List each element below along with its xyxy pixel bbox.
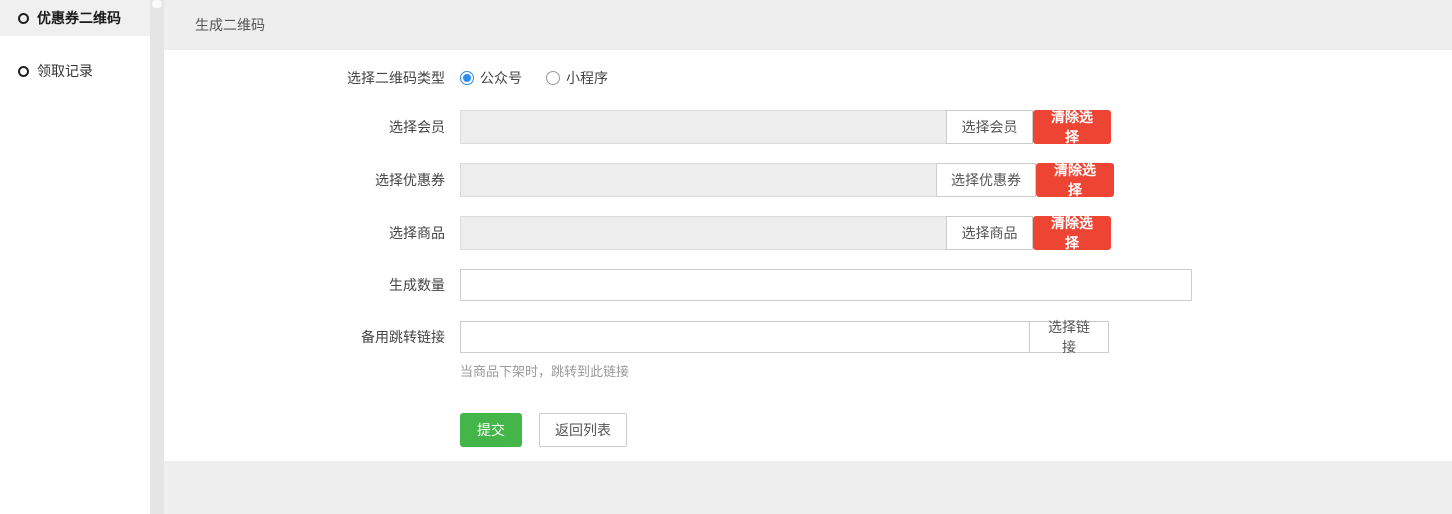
product-label: 选择商品 [164,223,460,243]
radio-selected-icon[interactable] [460,71,474,85]
member-label: 选择会员 [164,117,460,137]
fallback-link-label: 备用跳转链接 [164,327,460,347]
coupon-label: 选择优惠券 [164,170,460,190]
member-control-group: 选择会员 清除选择 [460,110,1111,144]
radio-label: 小程序 [566,68,608,88]
fallback-link-control-group: 选择链接 [460,321,1109,353]
qr-type-radio-group: 公众号 小程序 [460,68,632,88]
sidebar-scrollbar[interactable] [150,0,164,514]
page-title: 生成二维码 [195,17,265,33]
circle-bullet-icon [18,66,29,77]
quantity-input[interactable] [460,269,1192,301]
sidebar-item-claim-records[interactable]: 领取记录 [0,53,150,89]
app-window: 优惠券二维码 领取记录 生成二维码 选择二维码类型 公众号 [0,0,1452,514]
back-to-list-button[interactable]: 返回列表 [539,413,627,447]
sidebar-item-label: 领取记录 [37,61,93,81]
radio-label: 公众号 [480,68,522,88]
submit-button[interactable]: 提交 [460,413,522,447]
select-link-button[interactable]: 选择链接 [1029,321,1109,353]
select-product-button[interactable]: 选择商品 [946,216,1033,250]
clear-member-button[interactable]: 清除选择 [1033,110,1111,144]
page-header: 生成二维码 [164,0,1452,50]
radio-unselected-icon[interactable] [546,71,560,85]
member-input [460,110,947,144]
sidebar: 优惠券二维码 领取记录 [0,0,150,514]
fallback-link-hint: 当商品下架时，跳转到此链接 [460,361,1452,380]
clear-product-button[interactable]: 清除选择 [1033,216,1111,250]
circle-bullet-icon [18,13,29,24]
quantity-label: 生成数量 [164,275,460,295]
product-input [460,216,947,250]
form-row-qr-type: 选择二维码类型 公众号 小程序 [164,68,1452,88]
sidebar-item-coupon-qrcode[interactable]: 优惠券二维码 [0,0,150,36]
coupon-input [460,163,937,197]
sidebar-item-label: 优惠券二维码 [37,8,121,28]
form-row-fallback-link: 备用跳转链接 选择链接 [164,321,1452,353]
form-row-member: 选择会员 选择会员 清除选择 [164,110,1452,144]
form-row-quantity: 生成数量 [164,269,1452,301]
form-row-coupon: 选择优惠券 选择优惠券 清除选择 [164,163,1452,197]
product-control-group: 选择商品 清除选择 [460,216,1111,250]
form-card: 选择二维码类型 公众号 小程序 选择会员 选择会员 [164,50,1452,461]
radio-official-account[interactable]: 公众号 [460,68,522,88]
scrollbar-thumb[interactable] [152,0,162,8]
form-row-product: 选择商品 选择商品 清除选择 [164,216,1452,250]
radio-mini-program[interactable]: 小程序 [546,68,608,88]
select-coupon-button[interactable]: 选择优惠券 [936,163,1036,197]
qr-type-label: 选择二维码类型 [164,68,460,88]
coupon-control-group: 选择优惠券 清除选择 [460,163,1114,197]
main-content: 生成二维码 选择二维码类型 公众号 小程序 选择 [164,0,1452,514]
form-actions: 提交 返回列表 [460,413,1452,447]
select-member-button[interactable]: 选择会员 [946,110,1033,144]
clear-coupon-button[interactable]: 清除选择 [1036,163,1114,197]
fallback-link-input[interactable] [460,321,1030,353]
